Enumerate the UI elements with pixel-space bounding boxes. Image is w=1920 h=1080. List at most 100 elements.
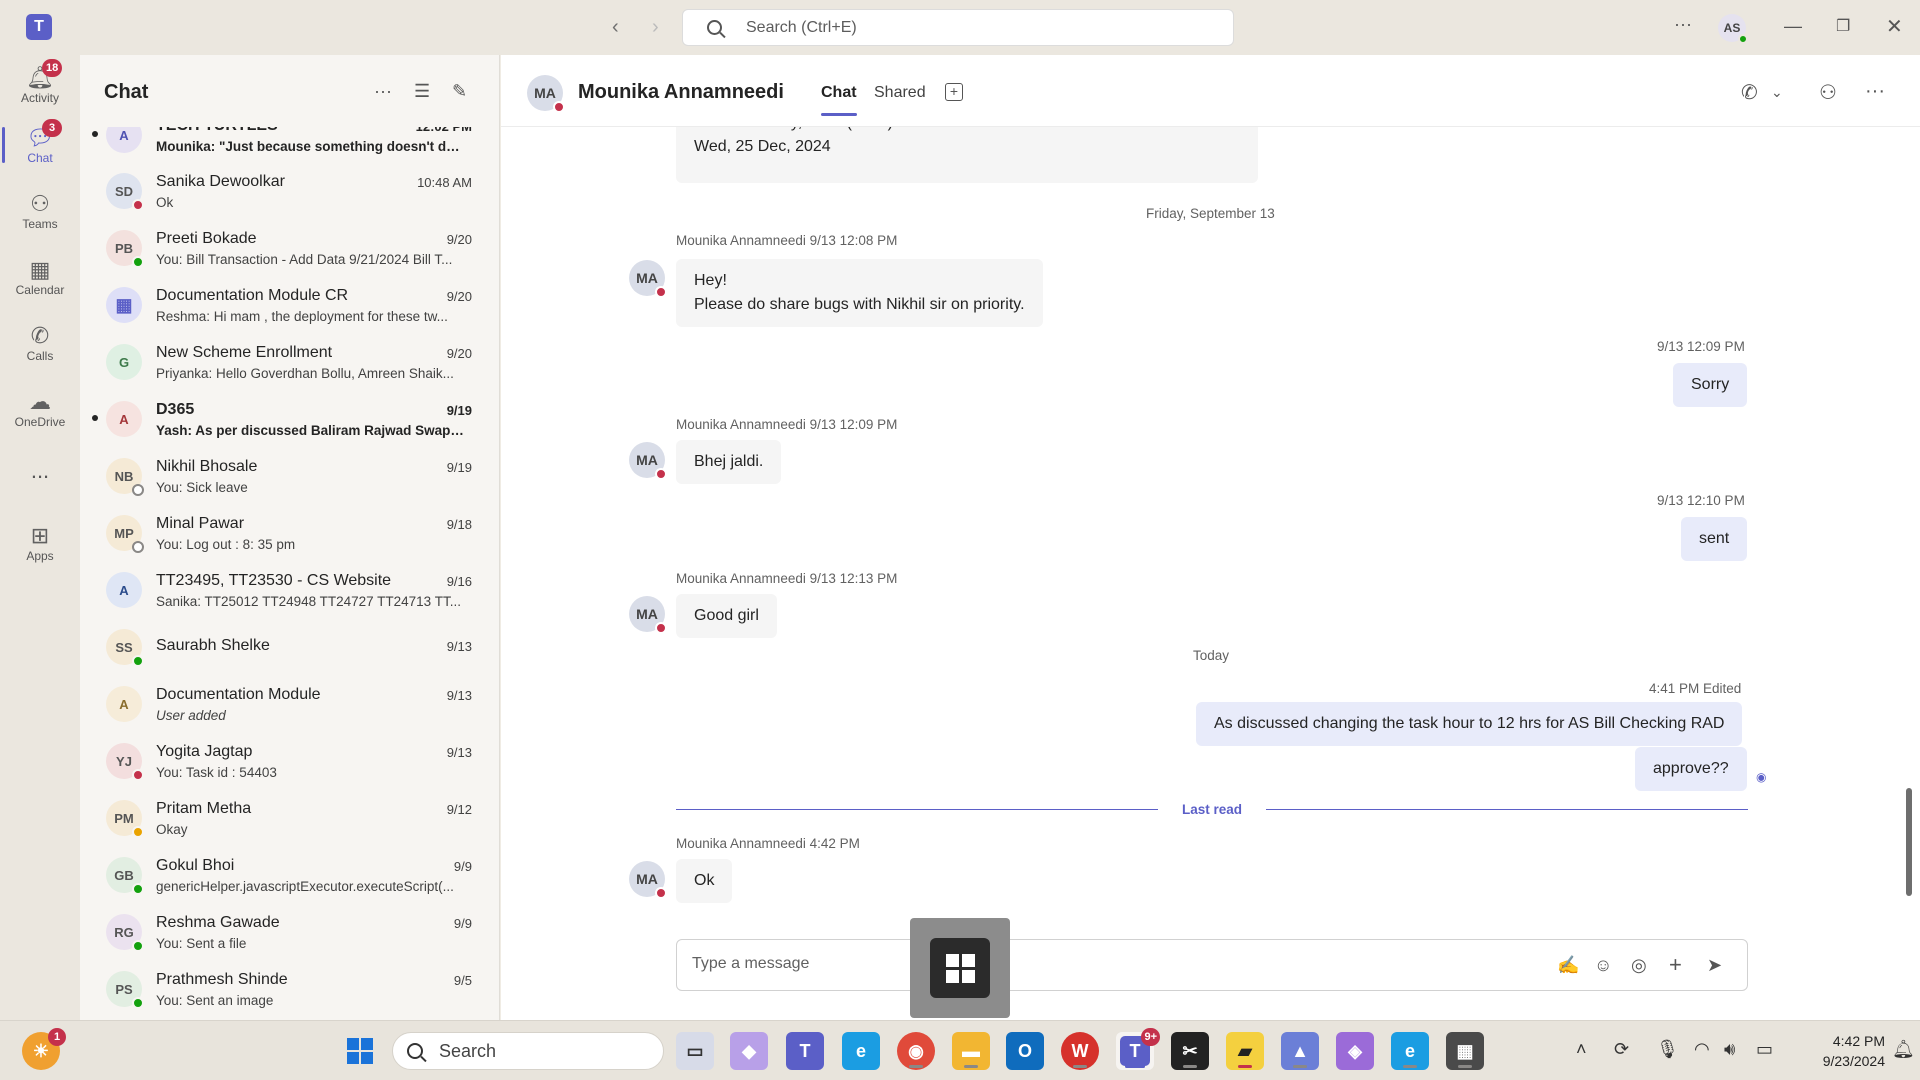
tab-chat[interactable]: Chat [821,84,857,116]
paint-icon[interactable]: ◈ [1336,1032,1374,1070]
battery-icon[interactable]: ▭ [1756,1039,1773,1060]
notifications-icon[interactable]: 🔔︎ [1892,1039,1915,1060]
more-apps-icon: ... [30,458,50,483]
running-indicator [1293,1065,1307,1068]
more-options-icon[interactable]: ··· [1674,14,1692,35]
chat-item-minal[interactable]: MP Minal Pawar 9/18 You: Log out : 8: 35… [80,505,499,561]
chat-item-yogita[interactable]: YJ Yogita Jagtap 9/13 You: Task id : 544… [80,733,499,789]
back-arrow-icon[interactable]: ‹ [612,16,619,39]
chat-item-pritam[interactable]: PM Pritam Metha 9/12 Okay [80,790,499,846]
start-button[interactable] [341,1032,379,1070]
presence-busy-icon [132,199,144,211]
send-icon[interactable]: ➤ [1707,955,1722,976]
chat-time: 10:48 AM [417,175,472,190]
photos-icon[interactable]: ▲ [1281,1032,1319,1070]
snipping-tool-icon[interactable]: ✂ [1171,1032,1209,1070]
add-people-icon[interactable]: ⚇ [1819,80,1837,105]
chat-item-new-scheme[interactable]: G New Scheme Enrollment 9/20 Priyanka: H… [80,334,499,390]
more-options-icon[interactable]: ··· [374,81,392,102]
avatar-initials: MA [636,452,658,468]
wifi-icon[interactable]: ◠ [1694,1039,1710,1060]
new-chat-icon[interactable]: ✎ [452,81,467,102]
incoming-message[interactable]: Ok [676,859,733,903]
chat-item-prathmesh[interactable]: PS Prathmesh Shinde 9/5 You: Sent an ima… [80,961,499,1017]
attach-icon[interactable]: + [1669,952,1682,978]
calculator-icon[interactable]: ▦ [1446,1032,1484,1070]
clock[interactable]: 4:42 PM 9/23/2024 [1795,1031,1885,1071]
seen-eye-icon: ◉ [1756,770,1767,784]
task-view-icon[interactable]: ▭ [676,1032,714,1070]
sender-avatar[interactable]: MA [629,861,667,899]
teams-work-icon[interactable]: T 9+ [1116,1028,1160,1070]
rail-calendar[interactable]: ▦ Calendar [0,247,80,307]
rail-teams[interactable]: ⚇ Teams [0,181,80,241]
chat-item-documentation-cr[interactable]: ▦ Documentation Module CR 9/20 Reshma: H… [80,277,499,333]
sticky-notes-icon[interactable]: ▰ [1226,1032,1264,1070]
taskbar-search[interactable]: Search [392,1032,664,1070]
forward-arrow-icon[interactable]: › [652,16,659,39]
outgoing-message[interactable]: Sorry [1673,363,1748,407]
chat-item-sanika[interactable]: SD Sanika Dewoolkar 10:48 AM Ok [80,163,499,219]
chat-item-d365[interactable]: A D365 9/19 Yash: As per discussed Balir… [80,391,499,447]
sender-avatar[interactable]: MA [629,442,667,480]
rail-onedrive[interactable]: ☁︎ OneDrive [0,379,80,439]
sender-avatar[interactable]: MA [629,596,667,634]
contact-name[interactable]: Mounika Annamneedi [578,81,784,104]
profile-avatar[interactable]: AS [1718,14,1748,44]
volume-icon[interactable]: 🔊︎ [1724,1039,1735,1060]
format-icon[interactable]: ✍ [1557,955,1579,976]
incoming-message[interactable]: Bhej jaldi. [676,440,782,484]
add-tab-icon[interactable]: + [945,83,963,101]
outlook-icon[interactable]: O [1006,1032,1044,1070]
chat-item-cs-website[interactable]: A TT23495, TT23530 - CS Website 9/16 San… [80,562,499,618]
incoming-message[interactable]: Good girl [676,594,777,638]
close-icon[interactable]: ✕ [1886,14,1903,39]
chat-preview: You: Log out : 8: 35 pm [156,537,296,552]
file-explorer-icon[interactable]: ▬ [952,1032,990,1070]
chat-item-reshma[interactable]: RG Reshma Gawade 9/9 You: Sent a file [80,904,499,960]
chevron-down-icon[interactable]: ⌄ [1771,84,1783,101]
chat-item-preeti[interactable]: PB Preeti Bokade 9/20 You: Bill Transact… [80,220,499,276]
event-card[interactable]: Christmas Day, 2024 (2024) Wed, 25 Dec, … [676,127,1258,183]
tab-shared[interactable]: Shared [874,84,926,102]
sender-avatar[interactable]: MA [629,260,667,298]
chat-item-saurabh[interactable]: SS Saurabh Shelke 9/13 [80,619,499,675]
sync-icon[interactable]: ⟳ [1614,1039,1629,1060]
chat-item-gokul[interactable]: GB Gokul Bhoi 9/9 genericHelper.javascri… [80,847,499,903]
teams-personal-icon[interactable]: T [786,1032,824,1070]
more-options-icon[interactable]: ··· [1865,80,1885,103]
edge-dev-icon[interactable]: e [1391,1032,1429,1070]
outgoing-message[interactable]: As discussed changing the task hour to 1… [1196,702,1743,746]
chat-item-nikhil[interactable]: NB Nikhil Bhosale 9/19 You: Sick leave [80,448,499,504]
incoming-message[interactable]: Hey! Please do share bugs with Nikhil si… [676,259,1043,327]
chat-name: Documentation Module CR [156,287,349,304]
rail-chat[interactable]: 💬︎ 3 Chat [0,115,80,175]
call-icon[interactable]: ✆ [1741,80,1758,105]
emoji-icon[interactable]: ☺ [1594,955,1612,976]
chat-name: D365 [156,401,195,418]
rail-more[interactable]: ... [0,451,80,491]
chrome-icon[interactable]: ◉ [897,1032,935,1070]
scrollbar-thumb[interactable] [1906,788,1912,896]
chat-item-documentation-module[interactable]: A Documentation Module 9/13 User added [80,676,499,732]
filter-icon[interactable]: ☰ [414,81,430,102]
rail-calls[interactable]: ✆ Calls [0,313,80,373]
edge-icon[interactable]: e [842,1032,880,1070]
rail-apps[interactable]: ⊞ Apps [0,513,80,573]
restore-icon[interactable]: ❐ [1836,16,1850,36]
minimize-icon[interactable]: — [1784,16,1802,37]
microphone-icon[interactable]: 🎙︎ [1656,1039,1679,1060]
outgoing-message[interactable]: approve?? [1635,747,1747,791]
weather-widget-icon[interactable]: ☀ 1 [22,1028,66,1070]
wps-office-icon[interactable]: W [1061,1032,1099,1070]
message-input[interactable]: Type a message [692,955,809,973]
search-input[interactable]: Search (Ctrl+E) [682,9,1234,46]
outgoing-message[interactable]: sent [1681,517,1748,561]
message-composer[interactable]: Type a message ✍ ☺ ◎ + ➤ [676,939,1748,991]
contact-avatar[interactable]: MA [527,75,565,113]
chevron-up-icon[interactable]: ˄ [1576,1039,1587,1060]
loop-icon[interactable]: ◎ [1631,955,1647,976]
teams-logo-icon[interactable]: T [26,14,52,40]
rail-activity[interactable]: 🔔︎ 18 Activity [0,55,80,115]
copilot-icon[interactable]: ◆ [730,1032,768,1070]
